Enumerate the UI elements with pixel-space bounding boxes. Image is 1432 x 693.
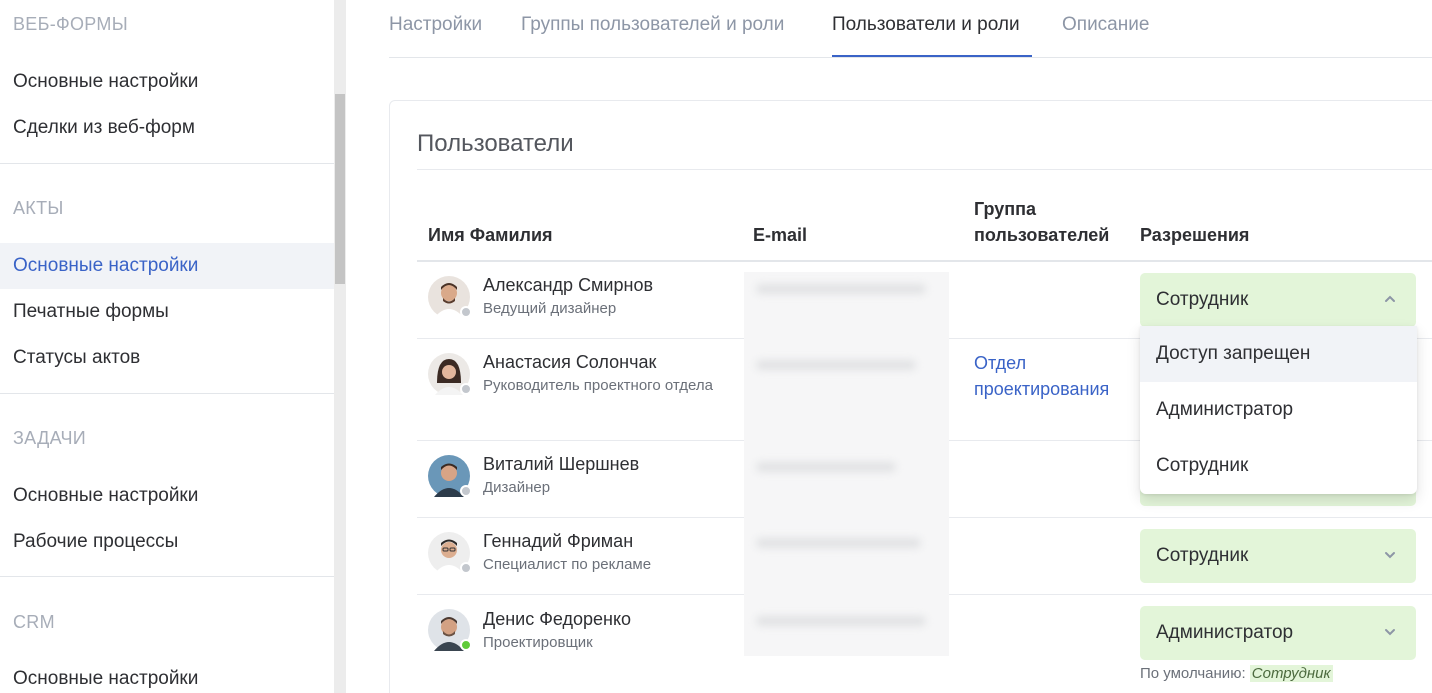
dropdown-option-administrator[interactable]: Администратор bbox=[1140, 382, 1417, 438]
permission-select[interactable]: Сотрудник bbox=[1140, 529, 1416, 583]
sidebar-item-acts-settings[interactable]: Основные настройки bbox=[0, 243, 334, 289]
user-group-link-line1: Отдел bbox=[974, 353, 1027, 373]
tab-settings[interactable]: Настройки bbox=[389, 14, 482, 36]
tab-users-roles[interactable]: Пользователи и роли bbox=[832, 14, 1020, 36]
user-name: Анастасия Солончак bbox=[483, 352, 657, 372]
chevron-up-icon bbox=[1385, 295, 1395, 302]
sidebar-item-print-forms[interactable]: Печатные формы bbox=[0, 289, 334, 335]
permission-select-value: Сотрудник bbox=[1156, 545, 1249, 566]
sidebar-section-acts: АКТЫ bbox=[13, 198, 64, 218]
user-role: Специалист по рекламе bbox=[483, 556, 652, 573]
sidebar-item-web-forms-settings[interactable]: Основные настройки bbox=[0, 59, 334, 105]
sidebar: ВЕБ-ФОРМЫ Основные настройки Сделки из в… bbox=[0, 0, 334, 693]
tab-description[interactable]: Описание bbox=[1062, 14, 1149, 36]
sidebar-scrollbar-thumb[interactable] bbox=[335, 94, 345, 284]
sidebar-item-crm-settings[interactable]: Основные настройки bbox=[0, 656, 334, 693]
status-online-indicator bbox=[460, 639, 472, 651]
permission-select-value: Сотрудник bbox=[1156, 289, 1249, 310]
sidebar-divider bbox=[0, 393, 334, 394]
default-permission-label: По умолчанию: bbox=[1140, 665, 1246, 682]
user-role: Проектировщик bbox=[483, 634, 593, 651]
sidebar-section-web-forms: ВЕБ-ФОРМЫ bbox=[13, 14, 128, 34]
tab-user-groups-roles[interactable]: Группы пользователей и роли bbox=[521, 14, 784, 36]
avatar bbox=[428, 532, 472, 574]
table-header-divider bbox=[417, 260, 1432, 262]
sidebar-item-act-statuses[interactable]: Статусы актов bbox=[0, 335, 334, 381]
status-offline-indicator bbox=[460, 562, 472, 574]
status-offline-indicator bbox=[460, 383, 472, 395]
user-group-link[interactable]: Отдел проектирования bbox=[974, 350, 1109, 402]
default-permission-value: Сотрудник bbox=[1249, 665, 1333, 682]
status-offline-indicator bbox=[460, 485, 472, 497]
dropdown-option-employee[interactable]: Сотрудник bbox=[1140, 438, 1417, 494]
card-title-divider bbox=[417, 169, 1432, 170]
permission-select[interactable]: Администратор bbox=[1140, 606, 1416, 660]
sidebar-item-tasks-settings[interactable]: Основные настройки bbox=[0, 473, 334, 519]
sidebar-section-tasks: ЗАДАЧИ bbox=[13, 428, 87, 448]
user-name: Александр Смирнов bbox=[483, 275, 654, 295]
column-header-group-line1: Группа bbox=[974, 199, 1037, 219]
permission-select-open[interactable]: Сотрудник bbox=[1140, 273, 1416, 327]
user-name: Геннадий Фриман bbox=[483, 531, 634, 551]
user-name: Денис Федоренко bbox=[483, 609, 632, 629]
email-column-blurred bbox=[744, 272, 949, 656]
avatar bbox=[428, 455, 472, 497]
sidebar-item-workflows[interactable]: Рабочие процессы bbox=[0, 519, 334, 565]
sidebar-divider bbox=[0, 576, 334, 577]
avatar bbox=[428, 353, 472, 395]
default-permission-hint: По умолчанию: Сотрудник bbox=[1140, 665, 1333, 682]
column-header-permissions: Разрешения bbox=[1140, 225, 1250, 245]
user-role: Дизайнер bbox=[483, 479, 551, 496]
column-header-group: Группа пользователей bbox=[974, 196, 1109, 248]
avatar bbox=[428, 276, 472, 318]
user-role: Ведущий дизайнер bbox=[483, 300, 617, 317]
dropdown-option-access-denied[interactable]: Доступ запрещен bbox=[1140, 326, 1417, 382]
sidebar-divider bbox=[0, 163, 334, 164]
user-name: Виталий Шершнев bbox=[483, 454, 640, 474]
avatar bbox=[428, 609, 472, 651]
column-header-email: E-mail bbox=[753, 225, 808, 245]
active-tab-indicator bbox=[832, 55, 1032, 57]
chevron-down-icon bbox=[1385, 629, 1395, 636]
user-role: Руководитель проектного отдела bbox=[483, 377, 713, 394]
card-title: Пользователи bbox=[417, 130, 574, 157]
sidebar-section-crm: CRM bbox=[13, 612, 55, 632]
sidebar-item-web-form-deals[interactable]: Сделки из веб-форм bbox=[0, 105, 334, 151]
permission-select-value: Администратор bbox=[1156, 622, 1294, 643]
permission-dropdown-menu: Доступ запрещен Администратор Сотрудник bbox=[1140, 326, 1417, 494]
column-header-name: Имя Фамилия bbox=[428, 225, 553, 245]
chevron-down-icon bbox=[1385, 552, 1395, 559]
user-group-link-line2: проектирования bbox=[974, 379, 1110, 399]
status-offline-indicator bbox=[460, 306, 472, 318]
column-header-group-line2: пользователей bbox=[974, 225, 1110, 245]
